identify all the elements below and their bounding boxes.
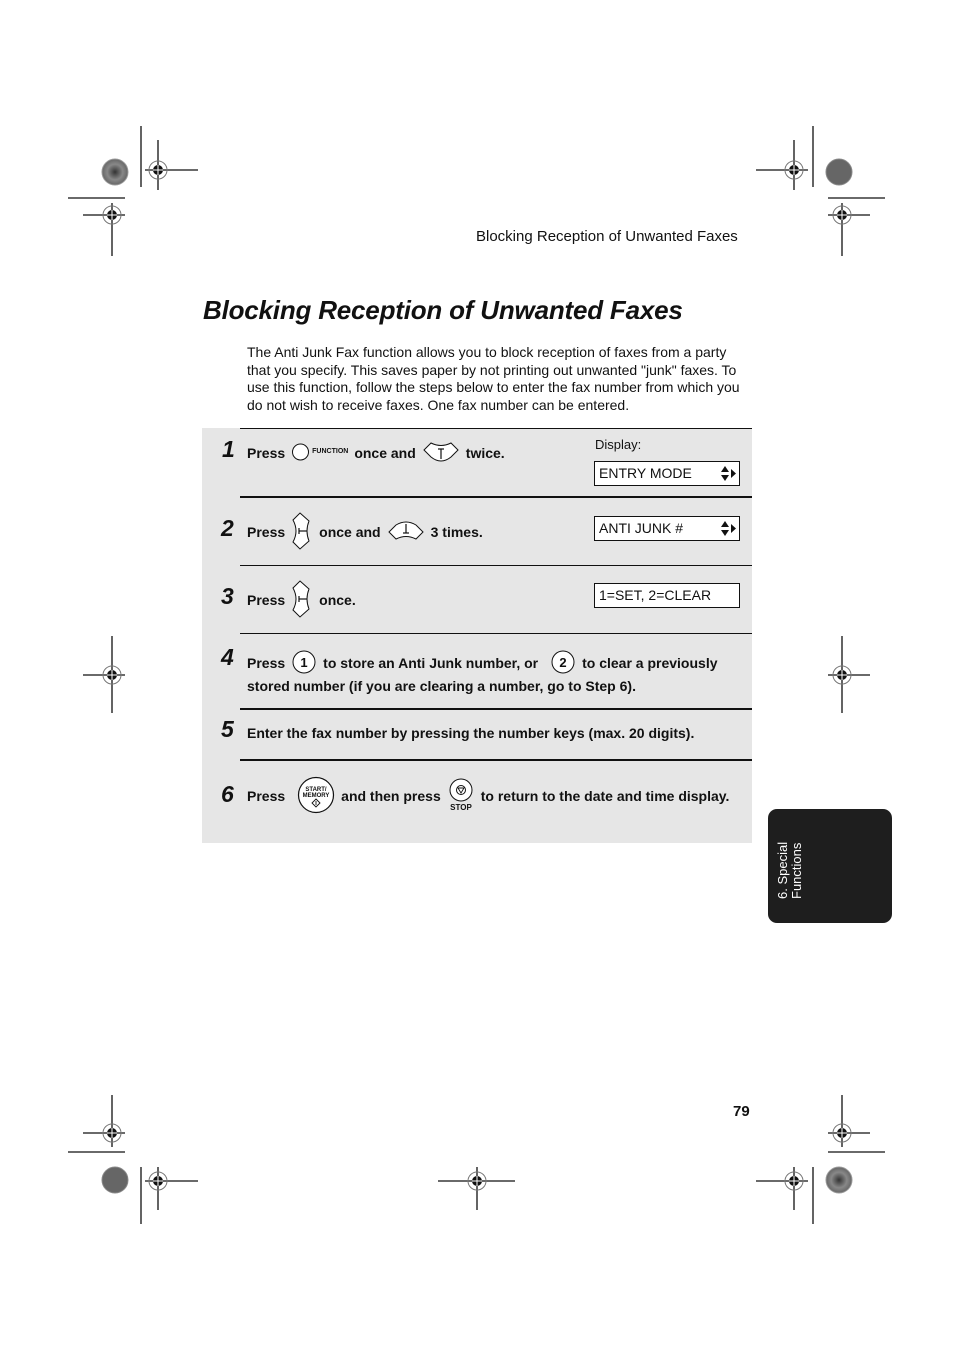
step-3-instruction: Press once.: [247, 579, 356, 621]
start-memory-key-icon: START/ MEMORY: [297, 776, 335, 817]
divider: [240, 759, 752, 761]
step-text: Press: [247, 655, 286, 671]
chapter-tab-line1: 6. Special: [775, 841, 790, 899]
step-text: to return to the date and time display.: [480, 788, 730, 804]
lcd-text: ANTI JUNK #: [599, 520, 684, 536]
divider: [240, 496, 752, 498]
divider: [240, 428, 752, 429]
up-arrow-key-icon: [422, 441, 460, 466]
step-number: 2: [221, 515, 234, 541]
right-arrow-key-icon: [291, 511, 313, 553]
step-number: 5: [221, 716, 234, 742]
step-text: and then press: [341, 788, 441, 804]
running-header: Blocking Reception of Unwanted Faxes: [476, 228, 738, 245]
step-text: Press: [247, 788, 286, 804]
step-text: once.: [319, 592, 356, 608]
down-arrow-key-icon: [387, 521, 425, 544]
divider: [240, 708, 752, 710]
step-number: 1: [222, 436, 235, 462]
function-key-icon: [291, 442, 311, 465]
step-text: once and: [319, 524, 381, 540]
step-2-instruction: Press once and 3 times.: [247, 511, 483, 553]
lcd-display: ANTI JUNK #: [594, 516, 740, 541]
step-text: to store an Anti Junk number, or: [323, 655, 539, 671]
up-down-right-arrows-icon: [721, 521, 736, 536]
divider: [240, 633, 752, 634]
step-text: 3 times.: [430, 524, 483, 540]
number-key-2-icon: 2: [550, 650, 576, 677]
step-text: once and: [354, 445, 416, 461]
step-text: Press: [247, 592, 286, 608]
key-label: 2: [559, 655, 566, 670]
lcd-display: 1=SET, 2=CLEAR: [594, 583, 740, 608]
step-number: 4: [221, 644, 234, 670]
lcd-text: 1=SET, 2=CLEAR: [599, 587, 712, 603]
step-number: 3: [221, 583, 234, 609]
step-1-instruction: Press FUNCTION once and twice.: [247, 441, 505, 466]
lcd-text: ENTRY MODE: [599, 465, 692, 481]
page-number: 79: [733, 1103, 750, 1120]
key-label: 1: [301, 655, 308, 670]
lcd-display: ENTRY MODE: [594, 461, 740, 486]
key-label: MEMORY: [303, 793, 330, 799]
right-arrow-key-icon: [291, 579, 313, 621]
step-5-instruction: Enter the fax number by pressing the num…: [247, 725, 695, 741]
stop-key-icon: STOP: [447, 776, 475, 817]
intro-paragraph: The Anti Junk Fax function allows you to…: [247, 344, 740, 414]
step-text: Press: [247, 445, 286, 461]
up-down-right-arrows-icon: [721, 466, 736, 481]
step-6-instruction: Press START/ MEMORY and then press STOP …: [247, 776, 729, 816]
divider: [240, 565, 752, 566]
chapter-tab-line2: Functions: [789, 842, 804, 899]
page-title: Blocking Reception of Unwanted Faxes: [203, 295, 683, 325]
display-label: Display:: [595, 437, 642, 452]
number-key-1-icon: 1: [291, 650, 317, 677]
chapter-tab-label: 6. Special Functions: [775, 819, 804, 899]
step-text: twice.: [465, 445, 505, 461]
step-text: Press: [247, 524, 286, 540]
function-key-label: FUNCTION: [312, 447, 349, 455]
step-4-instruction: Press 1 to store an Anti Junk number, or…: [247, 650, 718, 677]
key-label: STOP: [450, 803, 472, 812]
step-text: to clear a previously: [582, 655, 718, 671]
step-number: 6: [221, 781, 234, 807]
step-4-instruction-line2: stored number (if you are clearing a num…: [247, 678, 636, 694]
chapter-tab[interactable]: 6. Special Functions: [768, 809, 892, 923]
